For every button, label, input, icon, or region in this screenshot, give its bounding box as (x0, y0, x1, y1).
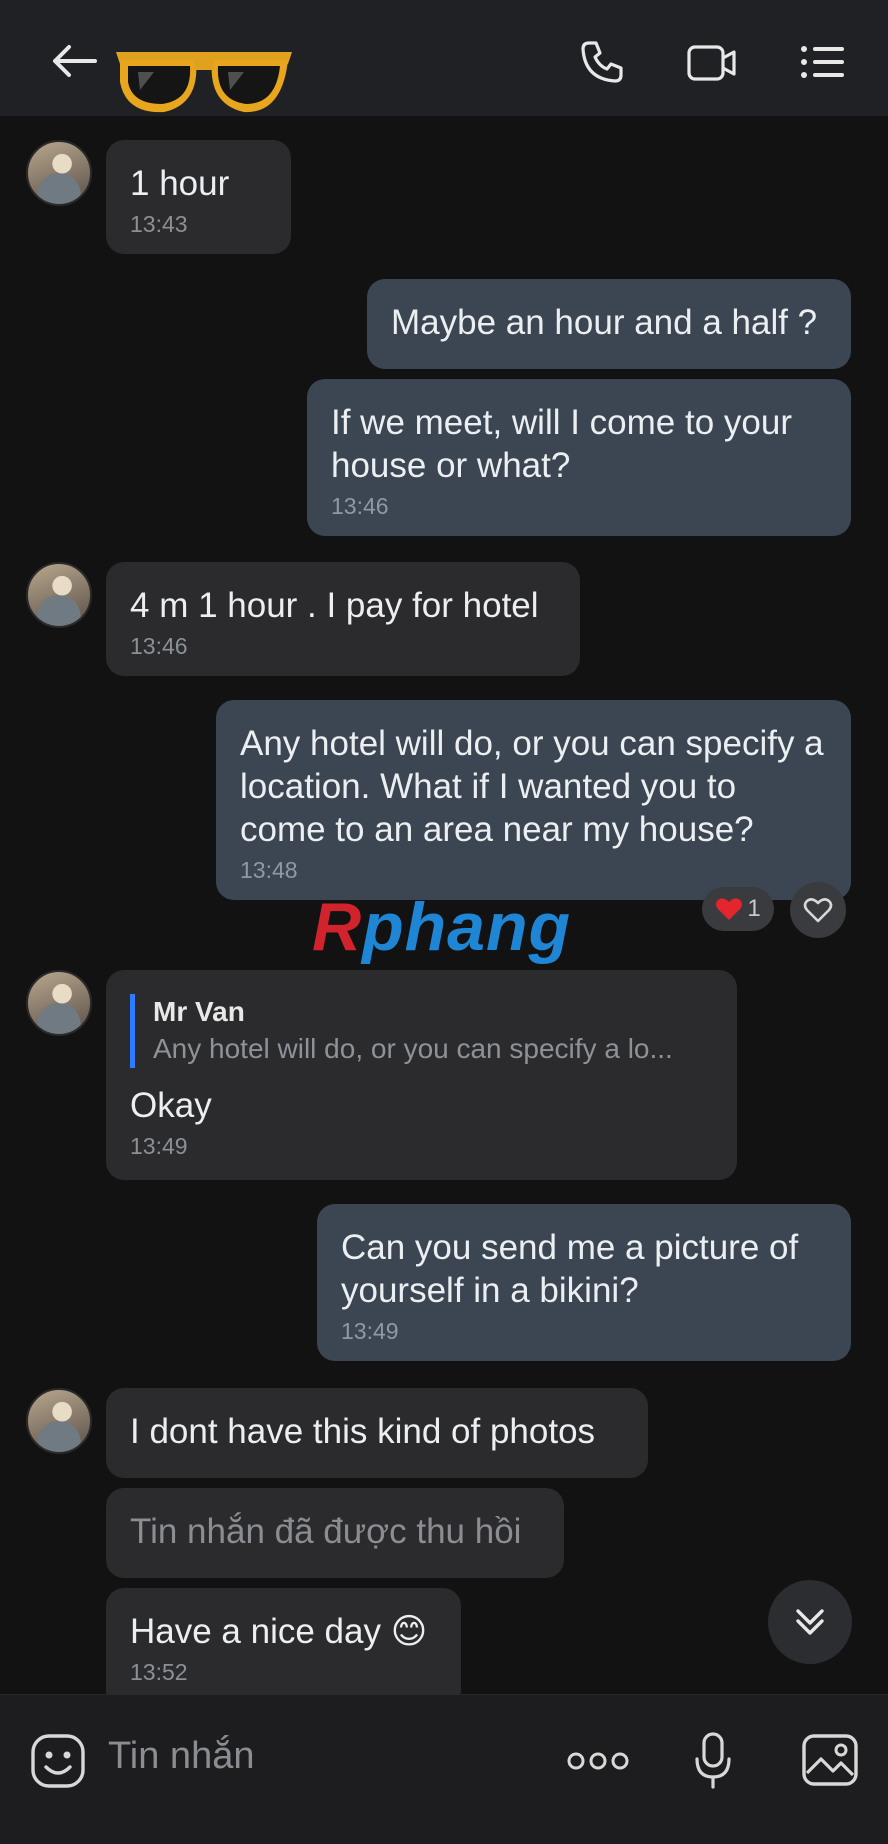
message-time: 13:52 (130, 1659, 188, 1685)
avatar[interactable] (26, 1388, 92, 1454)
voice-button[interactable] (688, 1729, 738, 1793)
message-text: Can you send me a picture of yourself in… (341, 1228, 799, 1310)
emoji-sticker-icon (31, 1734, 85, 1788)
more-dots-icon (567, 1752, 629, 1770)
reaction-badge[interactable]: 1 (702, 887, 774, 931)
heart-outline-icon (803, 898, 833, 923)
emoji-button[interactable] (28, 1731, 88, 1791)
message-bubble-outgoing[interactable]: Can you send me a picture of yourself in… (317, 1204, 851, 1361)
quoted-sender: Mr Van (153, 996, 245, 1027)
avatar[interactable] (26, 140, 92, 206)
message-bubble-incoming[interactable]: I dont have this kind of photos (106, 1388, 648, 1478)
message-time: 13:43 (130, 211, 188, 237)
message-bubble-outgoing[interactable]: Maybe an hour and a half ? (367, 279, 851, 369)
message-text: Tin nhắn đã được thu hồi (130, 1512, 522, 1551)
message-text: Have a nice day 😊 (130, 1612, 428, 1651)
quoted-text: Any hotel will do, or you can specify a … (153, 1033, 673, 1064)
message-time: 13:46 (130, 633, 188, 659)
message-bubble-outgoing[interactable]: If we meet, will I come to your house or… (307, 379, 851, 536)
reaction-count: 1 (747, 895, 761, 922)
message-time: 13:49 (341, 1318, 399, 1344)
message-text: Maybe an hour and a half ? (391, 303, 818, 342)
message-time: 13:46 (331, 493, 389, 519)
microphone-icon (695, 1732, 731, 1789)
menu-button[interactable] (798, 42, 848, 82)
message-bubble-outgoing[interactable]: Any hotel will do, or you can specify a … (216, 700, 851, 900)
message-composer: Tin nhắn (0, 1694, 888, 1844)
message-time: 13:49 (130, 1133, 188, 1159)
list-menu-icon (801, 46, 844, 78)
watermark-part2: phang (362, 889, 572, 965)
message-text: 4 m 1 hour . I pay for hotel (130, 586, 539, 625)
avatar[interactable] (26, 562, 92, 628)
call-button[interactable] (576, 36, 628, 88)
scroll-to-bottom-button[interactable] (768, 1580, 852, 1664)
image-button[interactable] (800, 1731, 860, 1789)
sunglasses-sticker (110, 42, 298, 122)
react-button[interactable] (790, 882, 846, 938)
chevron-double-down-icon (796, 1609, 824, 1635)
image-icon (802, 1734, 858, 1786)
message-bubble-incoming[interactable]: 4 m 1 hour . I pay for hotel 13:46 (106, 562, 580, 676)
avatar[interactable] (26, 970, 92, 1036)
chat-header (0, 0, 888, 116)
message-bubble-incoming[interactable]: Have a nice day 😊 13:52 (106, 1588, 461, 1694)
message-text: I dont have this kind of photos (130, 1412, 596, 1451)
watermark: Rphang (312, 888, 571, 966)
quoted-message[interactable]: Mr Van Any hotel will do, or you can spe… (130, 994, 713, 1068)
message-bubble-incoming[interactable]: 1 hour 13:43 (106, 140, 291, 254)
phone-icon (581, 41, 623, 83)
message-bubble-incoming-reply[interactable]: Mr Van Any hotel will do, or you can spe… (106, 970, 737, 1180)
video-call-button[interactable] (686, 40, 738, 86)
more-button[interactable] (566, 1741, 630, 1781)
arrow-left-icon (53, 45, 97, 77)
watermark-part1: R (312, 889, 363, 965)
message-list[interactable]: 1 hour 13:43 Maybe an hour and a half ? … (0, 116, 888, 1694)
message-bubble-recalled[interactable]: Tin nhắn đã được thu hồi (106, 1488, 564, 1578)
heart-icon (716, 898, 743, 920)
video-camera-icon (687, 45, 736, 81)
message-text: Any hotel will do, or you can specify a … (240, 724, 824, 849)
message-text: Okay (130, 1086, 212, 1125)
message-input[interactable]: Tin nhắn (108, 1735, 254, 1778)
message-time: 13:48 (240, 857, 298, 883)
message-text: If we meet, will I come to your house or… (331, 403, 792, 485)
back-button[interactable] (44, 36, 104, 86)
message-text: 1 hour (130, 164, 230, 203)
